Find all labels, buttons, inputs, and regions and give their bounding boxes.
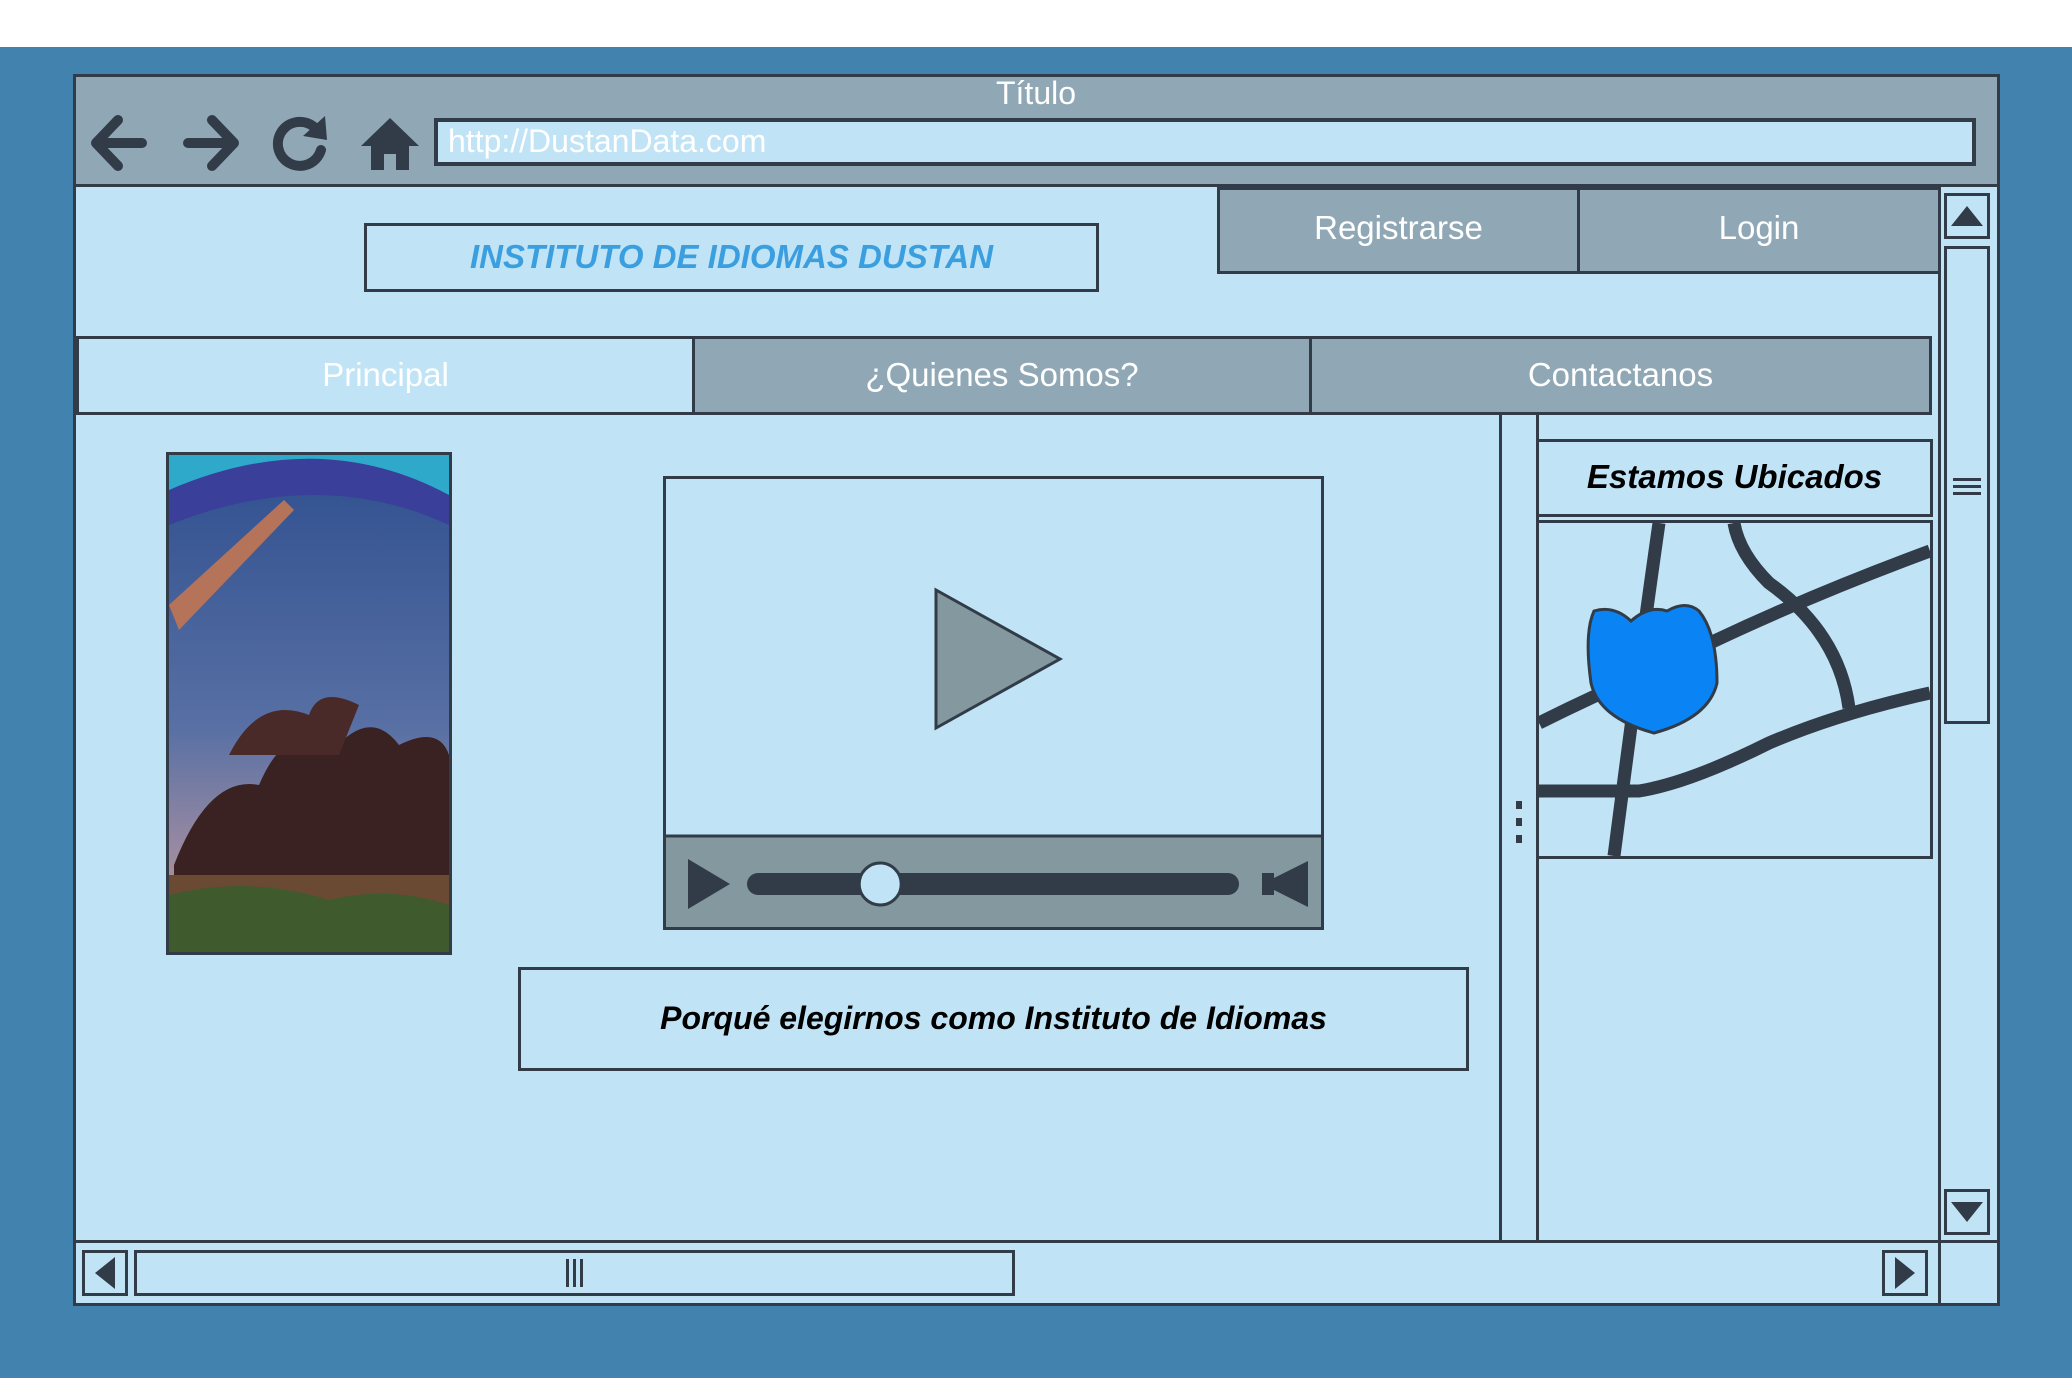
tab-quienes-somos[interactable]: ¿Quienes Somos? bbox=[692, 336, 1312, 415]
login-button[interactable]: Login bbox=[1577, 187, 1941, 274]
home-icon[interactable] bbox=[357, 110, 423, 176]
caret-right-icon bbox=[1895, 1257, 1915, 1289]
horizontal-scroll-thumb[interactable] bbox=[134, 1250, 1015, 1296]
caret-left-icon bbox=[95, 1257, 115, 1289]
tab-contactanos[interactable]: Contactanos bbox=[1309, 336, 1932, 415]
institute-photo bbox=[166, 452, 452, 955]
location-marker-icon[interactable] bbox=[1586, 604, 1719, 735]
scrollbar-corner bbox=[1938, 1240, 1941, 1303]
address-bar[interactable]: http://DustanData.com bbox=[434, 118, 1976, 166]
location-heading: Estamos Ubicados bbox=[1536, 439, 1933, 517]
why-choose-us-banner: Porqué elegirnos como Instituto de Idiom… bbox=[518, 967, 1469, 1071]
register-button[interactable]: Registrarse bbox=[1217, 187, 1580, 274]
scroll-down-button[interactable] bbox=[1944, 1189, 1990, 1235]
arrow-right-icon[interactable] bbox=[180, 110, 246, 176]
reload-icon[interactable] bbox=[267, 110, 333, 176]
caret-up-icon bbox=[1951, 206, 1983, 226]
scroll-left-button[interactable] bbox=[82, 1250, 128, 1296]
scroll-up-button[interactable] bbox=[1944, 193, 1990, 239]
scroll-right-button[interactable] bbox=[1882, 1250, 1928, 1296]
grip-lines-icon bbox=[566, 1259, 583, 1287]
drag-handle-icon bbox=[1516, 801, 1522, 843]
seek-thumb[interactable] bbox=[857, 861, 903, 907]
vertical-scroll-thumb[interactable] bbox=[1944, 246, 1990, 724]
sidebar-splitter[interactable] bbox=[1499, 415, 1539, 1240]
caret-down-icon bbox=[1951, 1202, 1983, 1222]
tab-principal[interactable]: Principal bbox=[76, 336, 695, 415]
grip-lines-icon bbox=[1953, 478, 1981, 495]
window-title: Título bbox=[995, 75, 1077, 111]
arrow-left-icon[interactable] bbox=[84, 110, 150, 176]
play-overlay-icon[interactable] bbox=[934, 587, 1064, 731]
location-map[interactable] bbox=[1536, 520, 1933, 859]
video-player[interactable] bbox=[663, 476, 1324, 930]
site-logo: INSTITUTO DE IDIOMAS DUSTAN bbox=[364, 223, 1099, 292]
